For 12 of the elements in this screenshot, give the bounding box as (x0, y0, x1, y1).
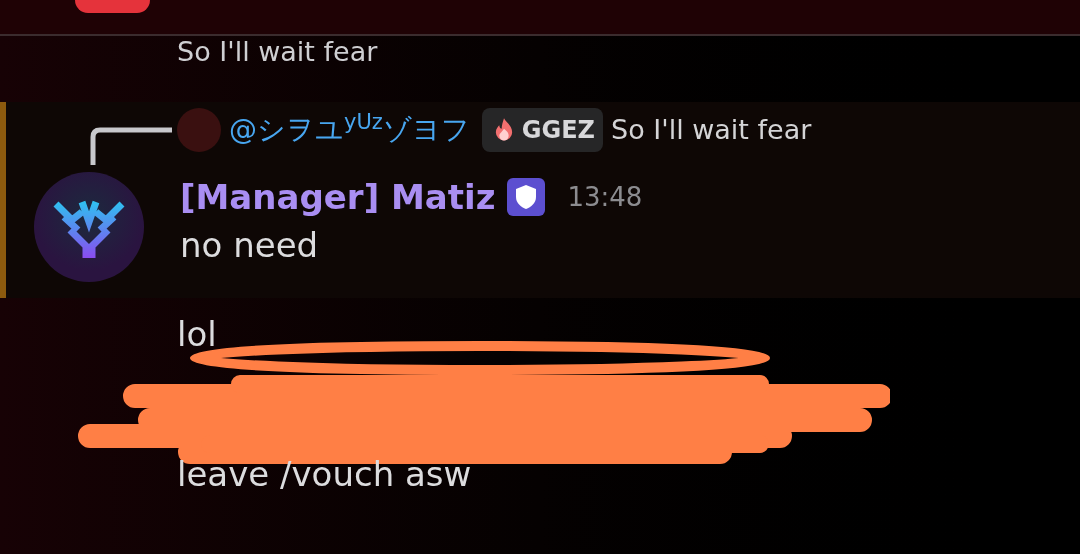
user-mention[interactable]: @シヲユ$^{yUz}$ゾヨフ (229, 109, 470, 151)
server-tag[interactable]: GGEZ (481, 108, 604, 152)
message-text: So I'll wait fear (177, 36, 378, 68)
username[interactable]: [Manager] Matiz (180, 171, 496, 223)
avatar-photo-placeholder (177, 108, 221, 152)
message-text: leave /vouch asw (177, 454, 473, 494)
message-text: lol (177, 314, 218, 354)
timestamp: 13:48 (567, 180, 643, 214)
message-text: no need (180, 224, 320, 267)
reply-preview-text[interactable]: So I'll wait fear (611, 109, 812, 151)
avatar-logo-icon (34, 172, 144, 282)
shield-badge-icon (507, 178, 546, 216)
